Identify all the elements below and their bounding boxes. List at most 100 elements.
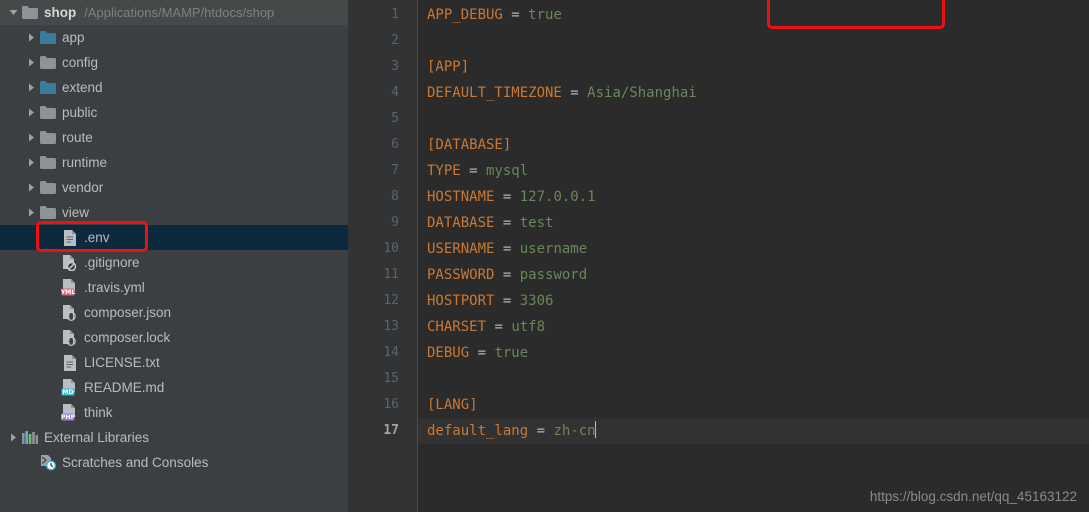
tree-row-license-txt[interactable]: LICENSE.txt xyxy=(0,350,348,375)
chevron-right-icon[interactable] xyxy=(24,125,38,150)
chevron-down-icon[interactable] xyxy=(6,0,20,25)
ini-key: DATABASE xyxy=(427,215,495,231)
tree-item-label: public xyxy=(62,105,98,120)
tree-item-label: vendor xyxy=(62,180,104,195)
tree-row-external-libraries[interactable]: External Libraries xyxy=(0,425,348,450)
tree-item-label: extend xyxy=(62,80,103,95)
line-number: 2 xyxy=(391,33,399,48)
line-number: 16 xyxy=(383,397,399,412)
code-line[interactable]: APP_DEBUG = true xyxy=(427,2,1089,28)
tree-row-vendor[interactable]: vendor xyxy=(0,175,348,200)
code-line[interactable]: DEBUG = true xyxy=(427,340,1089,366)
code-line[interactable]: [DATABASE] xyxy=(427,132,1089,158)
no-arrow-spacer xyxy=(24,450,38,475)
tree-item-list[interactable]: app config extend public route runtime vendor v… xyxy=(0,25,348,475)
no-arrow-spacer xyxy=(46,275,60,300)
libraries-icon xyxy=(20,425,40,450)
code-line[interactable]: DEFAULT_TIMEZONE = Asia/Shanghai xyxy=(427,80,1089,106)
file-json-icon xyxy=(60,300,80,325)
tree-item-label: Scratches and Consoles xyxy=(62,455,209,470)
no-arrow-spacer xyxy=(46,375,60,400)
code-line[interactable]: CHARSET = utf8 xyxy=(427,314,1089,340)
folder-icon xyxy=(38,200,58,225)
code-line[interactable]: PASSWORD = password xyxy=(427,262,1089,288)
code-line[interactable]: default_lang = zh-cn xyxy=(418,418,1089,444)
ini-key: DEFAULT_TIMEZONE xyxy=(427,85,562,101)
ini-value: true xyxy=(528,7,562,23)
ini-key: DEBUG xyxy=(427,345,470,361)
ini-key: CHARSET xyxy=(427,319,487,335)
line-number: 3 xyxy=(391,59,399,74)
no-arrow-spacer xyxy=(46,400,60,425)
ini-value: username xyxy=(519,241,588,257)
tree-item-label: composer.json xyxy=(84,305,172,320)
folder-icon xyxy=(38,75,58,100)
tree-row-extend[interactable]: extend xyxy=(0,75,348,100)
code-line[interactable]: USERNAME = username xyxy=(427,236,1089,262)
line-number: 6 xyxy=(391,137,399,152)
code-line[interactable]: HOSTNAME = 127.0.0.1 xyxy=(427,184,1089,210)
chevron-right-icon[interactable] xyxy=(24,200,38,225)
line-number: 5 xyxy=(391,111,399,126)
chevron-right-icon[interactable] xyxy=(6,425,20,450)
ini-operator: = xyxy=(494,267,520,283)
code-line[interactable]: [APP] xyxy=(427,54,1089,80)
tree-row-config[interactable]: config xyxy=(0,50,348,75)
tree-row-scratches-and-consoles[interactable]: Scratches and Consoles xyxy=(0,450,348,475)
tree-row-app[interactable]: app xyxy=(0,25,348,50)
tree-row-composer-lock[interactable]: composer.lock xyxy=(0,325,348,350)
code-line[interactable] xyxy=(427,106,1089,132)
tree-row-root[interactable]: shop /Applications/MAMP/htdocs/shop xyxy=(0,0,348,25)
chevron-right-icon[interactable] xyxy=(24,100,38,125)
code-line[interactable]: DATABASE = test xyxy=(427,210,1089,236)
tree-item-label: .gitignore xyxy=(84,255,140,270)
tree-row-route[interactable]: route xyxy=(0,125,348,150)
folder-icon xyxy=(38,150,58,175)
ini-operator: = xyxy=(494,241,520,257)
tree-item-label: config xyxy=(62,55,99,70)
code-line[interactable]: [LANG] xyxy=(427,392,1089,418)
tree-row-view[interactable]: view xyxy=(0,200,348,225)
tree-row-composer-json[interactable]: composer.json xyxy=(0,300,348,325)
chevron-right-icon[interactable] xyxy=(24,175,38,200)
chevron-right-icon[interactable] xyxy=(24,75,38,100)
ini-section-header: [APP] xyxy=(427,59,470,75)
file-text-icon xyxy=(60,225,80,250)
ini-value: 127.0.0.1 xyxy=(519,189,596,205)
tree-item-label: README.md xyxy=(84,380,165,395)
tree-row-readme-md[interactable]: MD README.md xyxy=(0,375,348,400)
file-json-icon xyxy=(60,325,80,350)
tree-row-gitignore[interactable]: .gitignore xyxy=(0,250,348,275)
code-line[interactable] xyxy=(427,28,1089,54)
chevron-right-icon[interactable] xyxy=(24,150,38,175)
chevron-right-icon[interactable] xyxy=(24,50,38,75)
ini-operator: = xyxy=(469,345,495,361)
no-arrow-spacer xyxy=(46,300,60,325)
file-text-icon xyxy=(60,350,80,375)
ini-value: Asia/Shanghai xyxy=(587,85,697,101)
line-number: 9 xyxy=(391,215,399,230)
tree-item-label: External Libraries xyxy=(44,430,150,445)
tree-row-env[interactable]: .env xyxy=(0,225,348,250)
file-php-icon: PHP xyxy=(60,400,80,425)
ini-value: 3306 xyxy=(519,293,554,309)
project-tree-panel[interactable]: shop /Applications/MAMP/htdocs/shop app c… xyxy=(0,0,348,512)
tree-row-think[interactable]: PHP think xyxy=(0,400,348,425)
file-ignore-icon xyxy=(60,250,80,275)
code-line[interactable]: TYPE = mysql xyxy=(427,158,1089,184)
chevron-right-icon[interactable] xyxy=(24,25,38,50)
tree-row-runtime[interactable]: runtime xyxy=(0,150,348,175)
ini-value: password xyxy=(519,267,588,283)
ini-value: zh-cn xyxy=(553,423,596,439)
tree-row-travis-yml[interactable]: YML .travis.yml xyxy=(0,275,348,300)
code-line[interactable] xyxy=(427,366,1089,392)
ini-key: APP_DEBUG xyxy=(427,7,503,23)
ini-value: true xyxy=(494,345,529,361)
tree-row-public[interactable]: public xyxy=(0,100,348,125)
line-number-gutter: 1 2 3 4 5 6 7 8 9 10 11 12 13 14 15 16 17 xyxy=(348,0,418,512)
ini-section-header: [DATABASE] xyxy=(427,137,512,153)
code-line[interactable]: HOSTPORT = 3306 xyxy=(427,288,1089,314)
code-text-area[interactable]: APP_DEBUG = true [APP] DEFAULT_TIMEZONE =… xyxy=(418,0,1089,512)
code-editor[interactable]: 1 2 3 4 5 6 7 8 9 10 11 12 13 14 15 16 17 APP_DEBUG = tr… xyxy=(348,0,1089,512)
scratches-icon xyxy=(38,450,58,475)
